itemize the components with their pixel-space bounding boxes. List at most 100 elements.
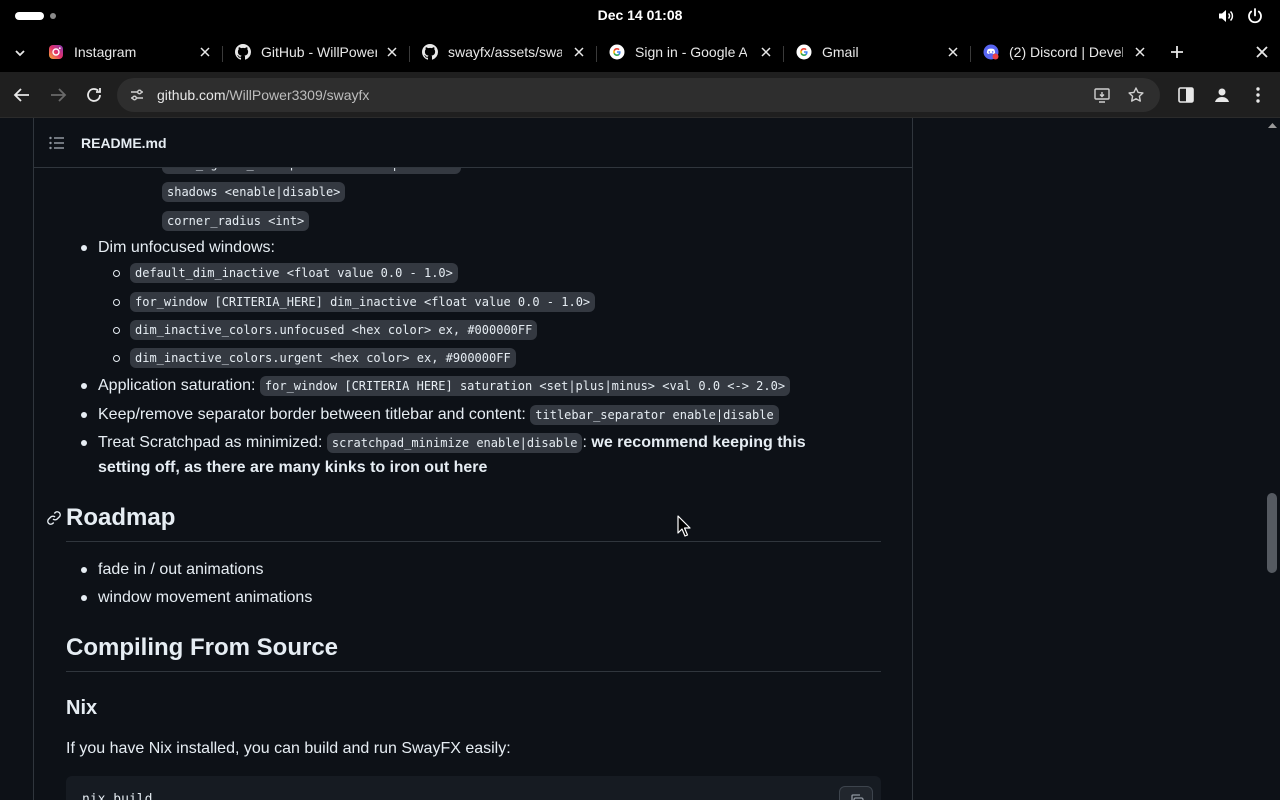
disc-bullet (81, 412, 87, 418)
code-block: nix build (66, 776, 881, 800)
tab-instagram[interactable]: Instagram (48, 36, 214, 68)
list-item: dim_inactive_colors.urgent <hex color> e… (130, 348, 516, 368)
scrollbar[interactable] (1265, 118, 1280, 800)
tab-label: Gmail (822, 44, 859, 60)
page-viewport: README.md blur_ignore_transparent <enabl… (0, 118, 1280, 800)
code-text: nix build (82, 792, 153, 800)
tab-label: (2) Discord | Developers (1009, 44, 1123, 60)
volume-icon[interactable] (1217, 7, 1235, 25)
forward-arrow-icon[interactable] (47, 84, 69, 106)
tab-discord-developers[interactable]: (2) Discord | Developers (983, 36, 1149, 68)
google-icon (796, 44, 812, 60)
list-item: corner_radius <int> (162, 211, 310, 231)
disc-bullet (81, 245, 87, 251)
close-icon[interactable] (1131, 43, 1149, 61)
tab-label: swayfx/assets/swayfx (448, 44, 562, 60)
disc-bullet (81, 595, 87, 601)
new-tab-plus-icon[interactable] (1168, 43, 1186, 61)
nix-heading: Nix (66, 697, 98, 719)
list-item: Application saturation: for_window [CRIT… (98, 376, 791, 396)
copy-button[interactable] (839, 786, 873, 800)
github-icon (422, 44, 438, 60)
tab-separator (409, 46, 410, 62)
close-icon[interactable] (757, 43, 775, 61)
list-item: Treat Scratchpad as minimized: scratchpa… (98, 433, 806, 453)
tab-separator (970, 46, 971, 62)
item-label: Application saturation: (98, 377, 256, 394)
tab-strip: Instagram GitHub - WillPower3309/swayfx … (0, 32, 1280, 72)
tab-label: Sign in - Google Accounts (635, 44, 747, 60)
outline-list-icon[interactable] (49, 136, 65, 150)
list-item: dim_inactive_colors.unfocused <hex color… (130, 320, 538, 340)
google-icon (609, 44, 625, 60)
colon: : (582, 434, 587, 451)
disc-bullet (81, 440, 87, 446)
browser-toolbar: github.com/WillPower3309/swayfx (0, 72, 1280, 118)
tab-label: Instagram (74, 44, 137, 60)
github-icon (235, 44, 251, 60)
close-icon[interactable] (944, 43, 962, 61)
circle-bullet (113, 299, 120, 306)
back-arrow-icon[interactable] (11, 84, 33, 106)
tab-github-swayfx[interactable]: GitHub - WillPower3309/swayfx (235, 36, 401, 68)
inline-code: default_dim_inactive <float value 0.0 - … (130, 263, 458, 283)
scrollbar-thumb[interactable] (1267, 493, 1277, 573)
inline-code: titlebar_separator enable|disable (530, 405, 779, 425)
url-path: /WillPower3309/swayfx (225, 87, 370, 103)
window-close-icon[interactable] (1253, 43, 1271, 61)
readme-header: README.md (34, 118, 912, 168)
discord-icon (983, 44, 999, 60)
power-icon[interactable] (1246, 7, 1264, 25)
copy-icon (851, 794, 864, 800)
roadmap-heading: Roadmap (66, 504, 176, 531)
circle-bullet (113, 270, 120, 277)
kebab-menu-icon[interactable] (1247, 84, 1269, 106)
circle-bullet (113, 327, 120, 334)
url-host: github.com (157, 87, 226, 103)
inline-code: shadows <enable|disable> (162, 182, 346, 202)
heading-rule (66, 541, 881, 542)
list-item: shadows <enable|disable> (162, 182, 346, 202)
tab-gmail[interactable]: Gmail (796, 36, 962, 68)
scroll-up-arrow-icon[interactable] (1268, 122, 1277, 128)
inline-code: dim_inactive_colors.urgent <hex color> e… (130, 348, 516, 368)
inline-code: for_window [CRITERIA HERE] saturation <s… (259, 376, 791, 396)
readme-panel: README.md blur_ignore_transparent <enabl… (33, 118, 913, 800)
item-label: Keep/remove separator border between tit… (98, 406, 526, 423)
anchor-link-icon[interactable] (46, 510, 62, 526)
tab-swayfx-assets[interactable]: swayfx/assets/swayfx (422, 36, 588, 68)
inline-code: dim_inactive_colors.unfocused <hex color… (130, 320, 538, 340)
list-item: window movement animations (98, 589, 313, 606)
tab-search-chevron-icon[interactable] (13, 46, 27, 60)
instagram-icon (49, 45, 63, 59)
circle-bullet (113, 355, 120, 362)
readme-title: README.md (81, 135, 167, 151)
bold-note-continued: setting off, as there are many kinks to … (98, 459, 488, 476)
disc-bullet (81, 567, 87, 573)
close-icon[interactable] (383, 43, 401, 61)
url-text[interactable]: github.com/WillPower3309/swayfx (157, 87, 369, 103)
site-info-tune-icon[interactable] (129, 87, 145, 103)
install-app-icon[interactable] (1093, 86, 1111, 104)
reload-icon[interactable] (83, 84, 105, 106)
tab-separator (222, 46, 223, 62)
heading-rule (66, 671, 881, 672)
clock[interactable]: Dec 14 01:08 (0, 7, 1280, 23)
inline-code: corner_radius <int> (162, 211, 310, 231)
tab-separator (783, 46, 784, 62)
address-bar[interactable]: github.com/WillPower3309/swayfx (117, 78, 1160, 112)
close-icon[interactable] (570, 43, 588, 61)
side-panel-icon[interactable] (1175, 84, 1197, 106)
tab-google-sign-in[interactable]: Sign in - Google Accounts (609, 36, 775, 68)
close-icon[interactable] (196, 43, 214, 61)
tab-label: GitHub - WillPower3309/swayfx (261, 44, 377, 60)
profile-icon[interactable] (1211, 84, 1233, 106)
paragraph: If you have Nix installed, you can build… (66, 740, 511, 757)
system-bar: Dec 14 01:08 (0, 0, 1280, 32)
inline-code: scratchpad_minimize enable|disable (326, 433, 583, 453)
bold-note: we recommend keeping this (591, 434, 806, 451)
list-item: default_dim_inactive <float value 0.0 - … (130, 263, 458, 283)
disc-bullet (81, 383, 87, 389)
bookmark-star-icon[interactable] (1127, 86, 1145, 104)
list-item: for_window [CRITERIA_HERE] dim_inactive … (130, 292, 596, 312)
